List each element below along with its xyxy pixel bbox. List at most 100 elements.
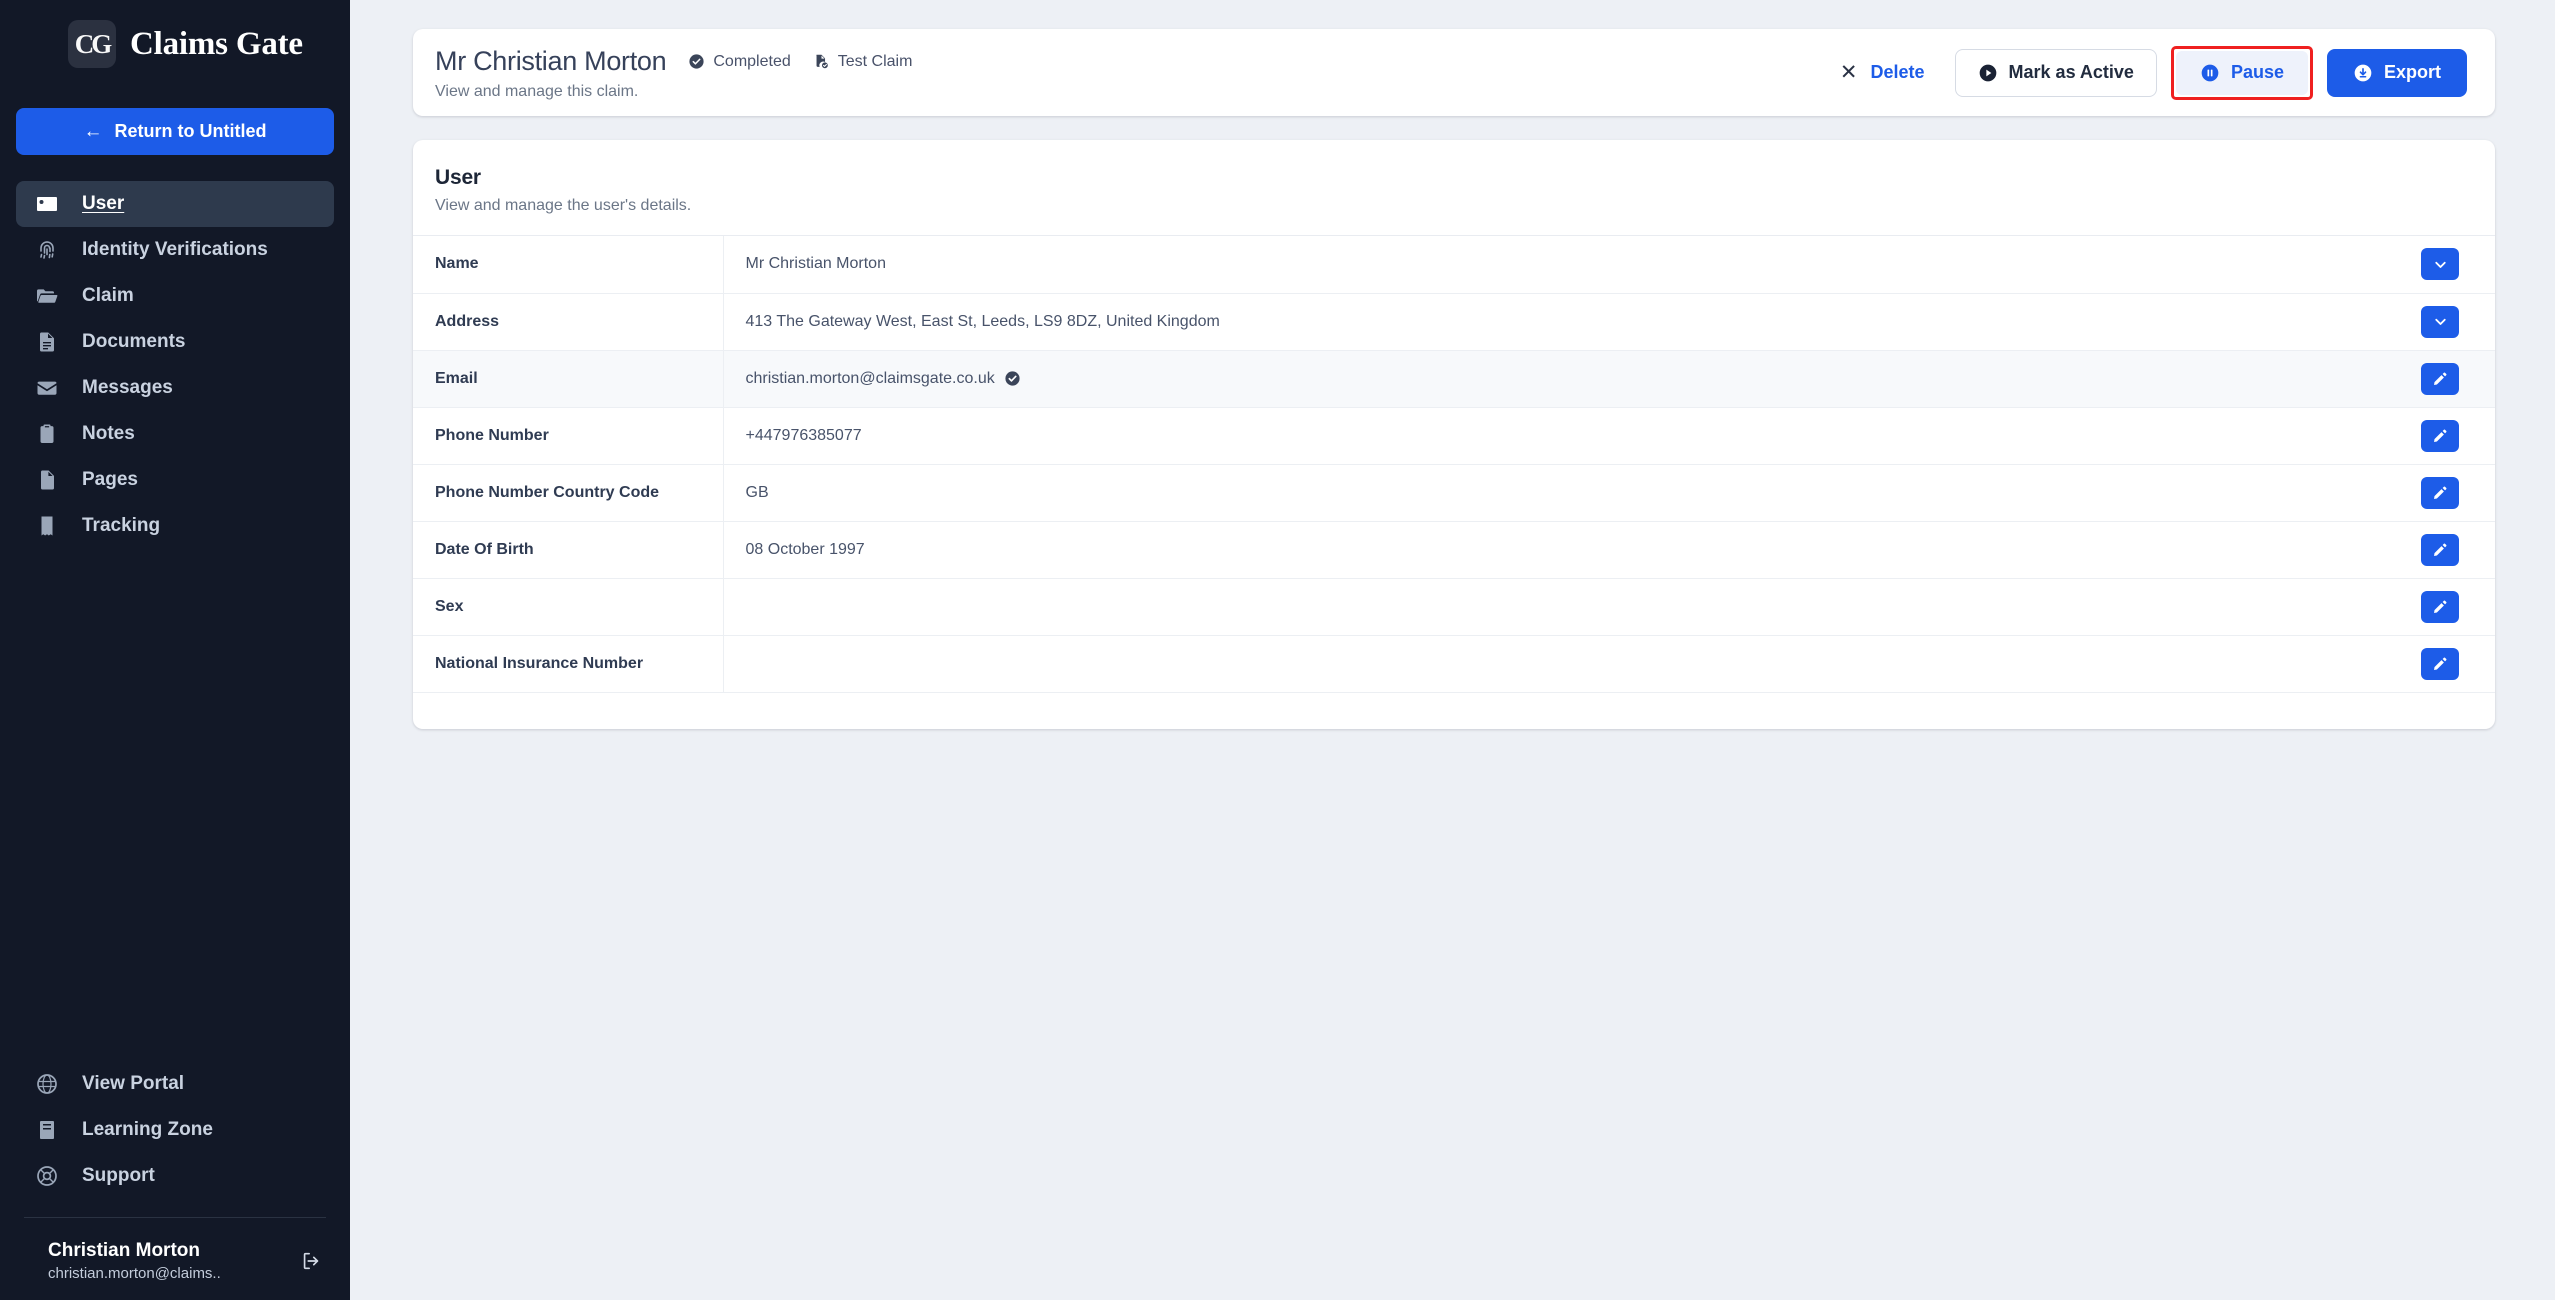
logout-icon[interactable] (296, 1246, 326, 1276)
verified-badge-icon (1004, 370, 1021, 387)
status-badge-label: Completed (713, 52, 791, 70)
sidebar-nav: User Identity Verifications Claim Docume… (0, 181, 350, 549)
row-label-cell: Phone Number Country Code (413, 464, 724, 522)
return-to-untitled-button[interactable]: ← Return to Untitled (16, 108, 334, 155)
row-label-cell: Sex (413, 578, 724, 636)
sidebar-item-support[interactable]: Support (0, 1153, 334, 1199)
row-value: +447976385077 (745, 426, 862, 444)
row-edit-button[interactable] (2421, 647, 2459, 680)
row-action-cell (2399, 521, 2495, 579)
sidebar-item-label: Documents (82, 331, 186, 352)
row-label-cell: Name (413, 236, 724, 294)
row-label: Name (435, 255, 479, 273)
account-block[interactable]: Christian Morton christian.morton@claims… (0, 1218, 350, 1282)
x-icon: ✕ (1839, 61, 1858, 84)
row-action-cell (2399, 350, 2495, 408)
sidebar-item-user[interactable]: User (16, 181, 334, 227)
table-row: Address 413 The Gateway West, East St, Le… (413, 293, 2495, 351)
claim-title-row: Mr Christian Morton Completed Test Claim (435, 46, 912, 77)
delete-button[interactable]: ✕ Delete (1818, 49, 1947, 97)
claims-gate-logo-icon: CG (68, 20, 116, 68)
row-label-cell: Date Of Birth (413, 521, 724, 579)
pencil-icon (2432, 484, 2449, 501)
brand: CG Claims Gate (0, 0, 350, 68)
row-value-wrap: +447976385077 (724, 427, 2400, 445)
mark-as-active-label: Mark as Active (2008, 62, 2134, 82)
row-edit-button[interactable] (2421, 590, 2459, 623)
delete-button-label: Delete (1870, 62, 1925, 82)
lifebuoy-icon (34, 1163, 60, 1189)
sidebar-item-notes[interactable]: Notes (0, 411, 334, 457)
sidebar-item-messages[interactable]: Messages (0, 365, 334, 411)
user-details-card: User View and manage the user's details.… (413, 140, 2495, 729)
row-label: Phone Number (435, 426, 549, 444)
row-edit-button[interactable] (2421, 533, 2459, 566)
document-text-icon (34, 329, 60, 355)
sidebar-item-label: Claim (82, 285, 134, 306)
row-label: Date Of Birth (435, 540, 534, 558)
row-action-cell (2399, 407, 2495, 465)
sidebar-item-label: Support (82, 1165, 155, 1186)
receipt-icon (34, 513, 60, 539)
sidebar-item-label: Tracking (82, 515, 161, 536)
export-button-label: Export (2383, 62, 2441, 82)
account-name: Christian Morton (48, 1240, 200, 1261)
table-row: Phone Number +447976385077 (413, 407, 2495, 465)
account-email: christian.morton@claims.. (48, 1265, 221, 1282)
row-action-cell (2399, 578, 2495, 636)
row-value-cell: GB (723, 464, 2400, 522)
page-subtitle: View and manage this claim. (435, 83, 639, 100)
sidebar-item-view-portal[interactable]: View Portal (0, 1061, 334, 1107)
pause-button[interactable]: Pause (2175, 50, 2308, 95)
user-card-subtitle: View and manage the user's details. (435, 197, 692, 214)
table-row: Name Mr Christian Morton (413, 236, 2495, 294)
page-title: Mr Christian Morton (435, 46, 667, 76)
row-value: GB (745, 483, 769, 501)
row-label: Address (435, 312, 500, 330)
row-expand-button[interactable] (2421, 305, 2459, 338)
sidebar-item-learning-zone[interactable]: Learning Zone (0, 1107, 334, 1153)
envelope-icon (34, 375, 60, 401)
user-details-table: Name Mr Christian Morton Address 413 The Ga… (413, 236, 2495, 693)
row-value-cell: +447976385077 (723, 407, 2400, 465)
clipboard-icon (34, 421, 60, 447)
status-badge-completed: Completed (688, 52, 791, 71)
row-expand-button[interactable] (2421, 248, 2459, 281)
sidebar-item-claim[interactable]: Claim (0, 273, 334, 319)
arrow-left-icon: ← (83, 121, 103, 142)
row-value-wrap: 08 October 1997 (724, 541, 2400, 559)
row-edit-button[interactable] (2421, 362, 2459, 395)
row-value-wrap: GB (724, 484, 2400, 502)
pencil-icon (2432, 598, 2449, 615)
row-action-cell (2399, 293, 2495, 351)
row-label: National Insurance Number (435, 654, 644, 672)
sidebar-item-label: Pages (82, 469, 138, 490)
mark-as-active-button[interactable]: Mark as Active (1954, 48, 2157, 97)
book-icon (34, 1117, 60, 1143)
pencil-icon (2432, 541, 2449, 558)
return-button-label: Return to Untitled (114, 121, 267, 141)
globe-icon (34, 1071, 60, 1097)
row-edit-button[interactable] (2421, 419, 2459, 452)
pencil-icon (2432, 427, 2449, 444)
sidebar-item-pages[interactable]: Pages (0, 457, 334, 503)
export-button[interactable]: Export (2326, 48, 2467, 97)
sidebar-item-identity-verifications[interactable]: Identity Verifications (0, 227, 334, 273)
row-label: Email (435, 369, 478, 387)
row-edit-button[interactable] (2421, 476, 2459, 509)
row-label-cell: Phone Number (413, 407, 724, 465)
user-card-header: User View and manage the user's details. (413, 140, 2495, 235)
row-value-cell: 413 The Gateway West, East St, Leeds, LS… (723, 293, 2400, 351)
sidebar-item-tracking[interactable]: Tracking (0, 503, 334, 549)
folder-open-icon (34, 283, 60, 309)
row-value-cell: Mr Christian Morton (723, 236, 2399, 294)
pause-button-highlight: Pause (2170, 45, 2313, 100)
row-label-cell: Email (413, 350, 724, 408)
table-row: National Insurance Number (413, 635, 2495, 693)
table-row: Date Of Birth 08 October 1997 (413, 521, 2495, 579)
sidebar-item-label: Learning Zone (82, 1119, 213, 1140)
claim-header-actions: ✕ Delete Mark as Active Pause Export (1818, 45, 2467, 100)
sidebar-item-documents[interactable]: Documents (0, 319, 334, 365)
row-value-wrap: 413 The Gateway West, East St, Leeds, LS… (724, 313, 2400, 331)
sidebar-item-label: User (82, 193, 125, 214)
